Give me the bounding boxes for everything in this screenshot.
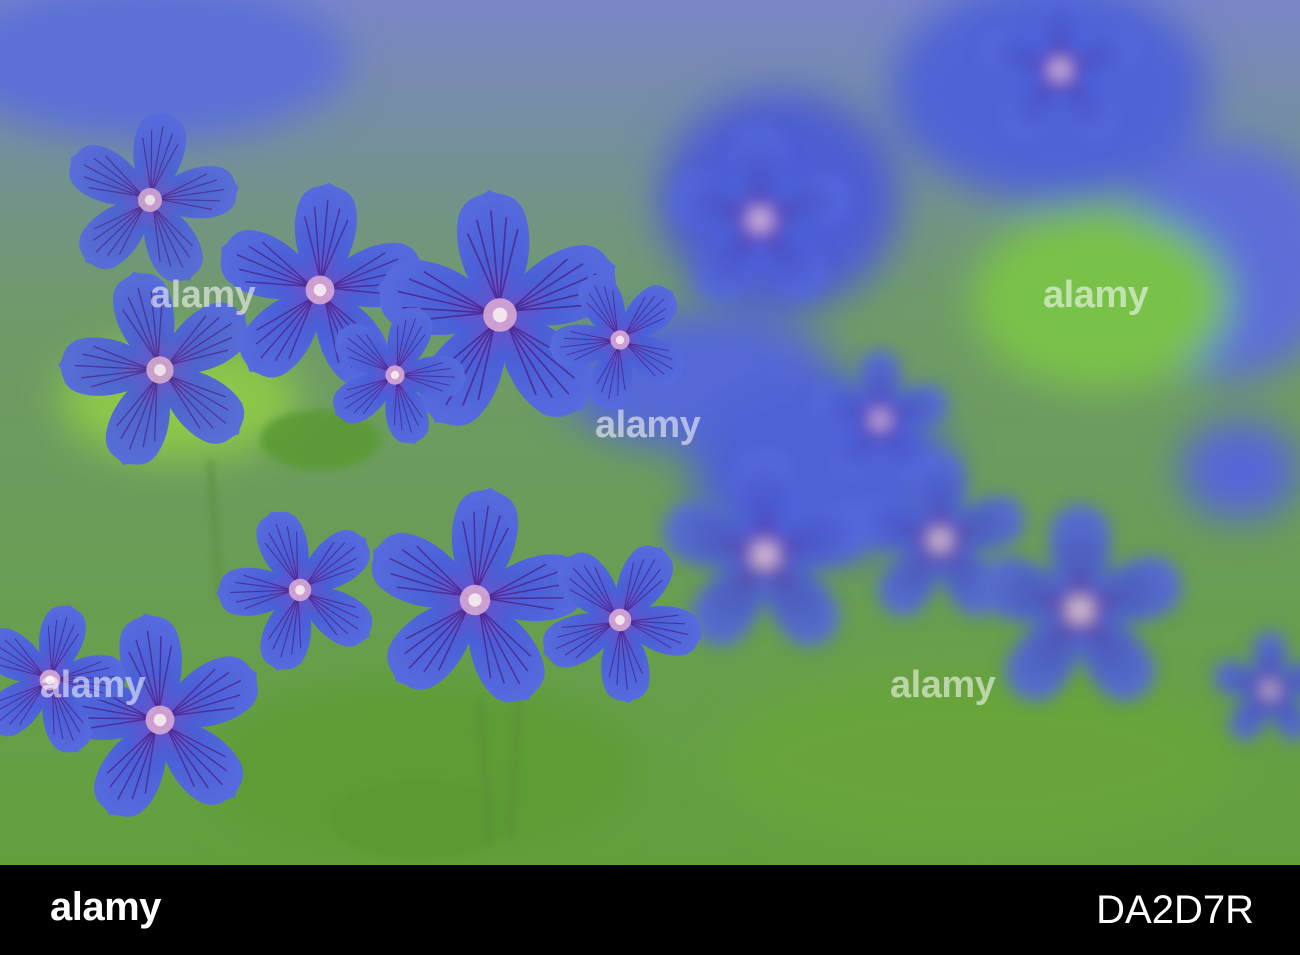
watermark: alamy: [890, 664, 996, 706]
watermark: alamy: [1043, 274, 1149, 316]
watermark: alamy: [595, 404, 701, 446]
watermark: alamy: [40, 664, 146, 706]
flower-photo: alamy alamy alamy alamy alamy: [0, 0, 1300, 865]
image-id: DA2D7R: [1096, 888, 1254, 932]
footer-logo: alamy: [50, 885, 161, 929]
footer-bar: alamy DA2D7R: [0, 865, 1300, 955]
watermark: alamy: [150, 274, 256, 316]
